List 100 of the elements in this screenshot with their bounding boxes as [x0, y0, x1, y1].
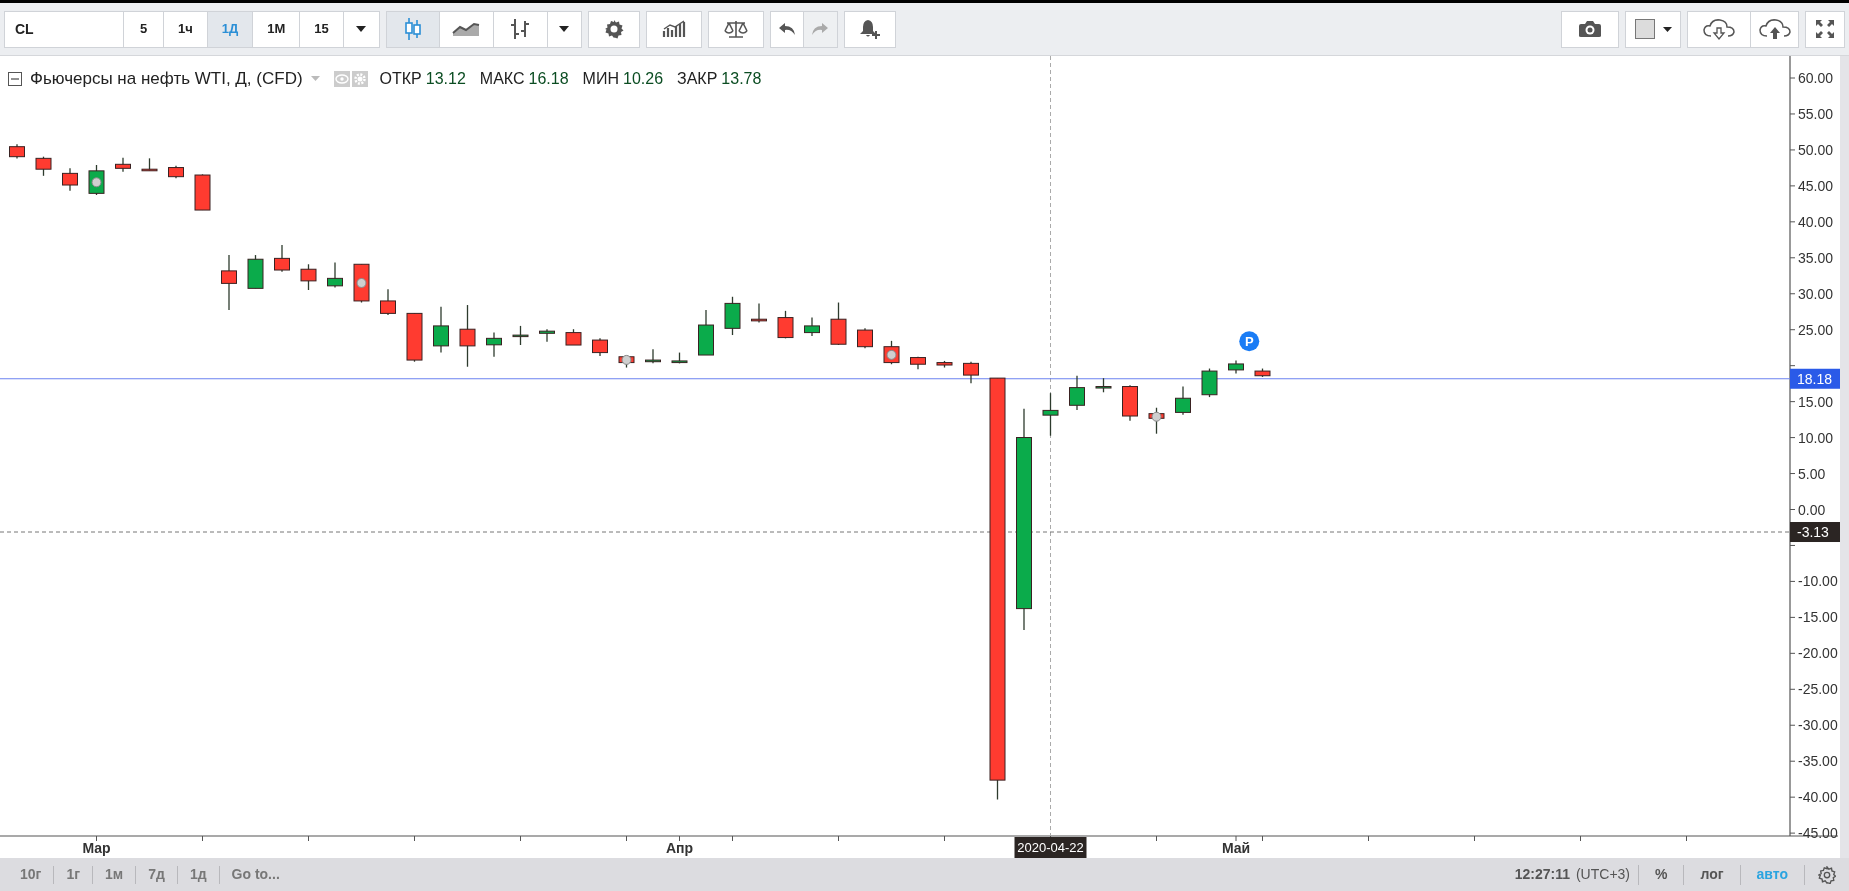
price-axis-label: 60.00	[1798, 70, 1834, 86]
range-button[interactable]: 1г	[54, 858, 93, 891]
event-marker-icon[interactable]	[886, 349, 897, 360]
price-axis-label: 5.00	[1798, 465, 1826, 482]
chart-type-button[interactable]	[493, 10, 548, 48]
candlestick	[115, 157, 131, 173]
goto-button[interactable]: Go to...	[219, 858, 292, 891]
ohlc-value: 16.18	[528, 68, 569, 89]
interval-tab[interactable]: 1Д	[207, 10, 254, 48]
range-button[interactable]: 1д	[177, 858, 219, 891]
event-marker-icon[interactable]	[356, 277, 367, 288]
interval-tab[interactable]: 15	[300, 10, 344, 48]
fullscreen-button[interactable]	[1805, 10, 1845, 48]
candlestick	[539, 328, 555, 343]
settings-button[interactable]	[587, 10, 640, 48]
undo-button[interactable]	[769, 10, 804, 48]
candlestick	[1122, 384, 1138, 422]
fullscreen-icon	[1815, 19, 1835, 39]
caret-icon	[559, 26, 570, 32]
last-price-label: 18.18	[1790, 368, 1840, 389]
compare-button[interactable]	[707, 10, 764, 48]
time-axis-label: Апр	[665, 840, 694, 856]
event-marker-icon[interactable]	[621, 354, 632, 365]
clock-time: 12:27:11	[1514, 865, 1570, 884]
candlestick	[857, 327, 873, 349]
indicators-button[interactable]	[645, 10, 702, 48]
collapse-icon[interactable]	[8, 71, 22, 86]
color-picker-button[interactable]	[1625, 10, 1681, 48]
settings-icon	[1818, 865, 1836, 884]
price-axis-label: -15.00	[1798, 609, 1838, 626]
upload-button[interactable]	[1751, 10, 1799, 48]
price-axis-label: 45.00	[1798, 177, 1834, 194]
price-axis-label: -10.00	[1798, 573, 1838, 590]
bell-plus-icon	[858, 19, 881, 39]
cloud-upload-icon	[1757, 18, 1792, 40]
bar-chart-icon	[661, 20, 686, 38]
candlestick	[433, 306, 449, 354]
candlestick	[486, 331, 502, 358]
ohlc-value: 13.12	[425, 68, 466, 89]
price-axis-label: -35.00	[1798, 753, 1838, 770]
interval-tab[interactable]: 1ч	[164, 10, 208, 48]
ohlc-value: 13.78	[721, 68, 762, 89]
event-badge[interactable]: P	[1239, 331, 1260, 352]
candlestick	[1095, 377, 1112, 393]
symbol-field[interactable]: CL	[4, 10, 124, 48]
ohlc-bars-icon	[509, 17, 532, 41]
crosshair-date-label: 2020-04-22	[1014, 837, 1087, 858]
event-marker-icon[interactable]	[91, 177, 102, 188]
scale-mode-toggle[interactable]: лог	[1684, 858, 1740, 891]
scale-mode-toggle[interactable]: авто	[1740, 858, 1804, 891]
interval-dropdown[interactable]	[343, 10, 380, 48]
price-axis-label: 35.00	[1798, 249, 1834, 266]
candlestick	[804, 316, 820, 337]
area-chart-icon	[452, 21, 481, 37]
candlestick	[35, 156, 52, 177]
event-marker-icon[interactable]	[1151, 411, 1162, 422]
price-axis-label: -40.00	[1798, 789, 1838, 806]
chart-type-dropdown[interactable]	[547, 10, 582, 48]
screenshot-button[interactable]	[1561, 10, 1619, 48]
chart-type-button[interactable]	[439, 10, 494, 48]
candlestick	[9, 143, 25, 160]
alert-button[interactable]	[843, 10, 896, 48]
range-button[interactable]: 1м	[93, 858, 136, 891]
price-axis-label: -20.00	[1798, 645, 1838, 662]
candlestick	[274, 244, 290, 273]
candlestick	[830, 301, 847, 346]
candlestick	[910, 356, 926, 370]
candlestick	[963, 361, 979, 384]
ohlc-label: МАКС	[479, 68, 525, 89]
candlestick	[168, 165, 184, 179]
interval-tab[interactable]: 1М	[253, 10, 301, 48]
timezone: (UTC+3)	[1575, 865, 1630, 884]
time-axis-label: Мар	[82, 840, 111, 856]
crosshair-price-label: -3.13	[1790, 522, 1840, 542]
candlestick	[1228, 359, 1244, 375]
ohlc-label: МИН	[582, 68, 619, 89]
price-axis-label: -25.00	[1798, 681, 1838, 698]
download-button[interactable]	[1687, 10, 1751, 48]
camera-icon	[1578, 20, 1602, 38]
candlestick	[671, 351, 688, 364]
price-axis-label: -30.00	[1798, 717, 1838, 734]
price-axis-label: 25.00	[1798, 321, 1834, 338]
candlestick	[1042, 392, 1059, 437]
candlestick	[1201, 367, 1218, 398]
interval-tab[interactable]: 5	[124, 10, 164, 48]
candlestick	[645, 348, 661, 364]
candlestick	[1254, 367, 1271, 378]
instrument-title: Фьючерсы на нефть WTI, Д, (CFD)	[30, 68, 303, 90]
ohlc-label: ОТКР	[379, 68, 422, 89]
range-button[interactable]: 7д	[136, 858, 177, 891]
candlestick	[1175, 385, 1191, 416]
candlestick	[62, 167, 78, 192]
candlestick	[221, 254, 237, 311]
price-axis-label: 40.00	[1798, 213, 1834, 230]
range-button[interactable]: 10г	[8, 858, 54, 891]
undo-icon	[777, 22, 796, 36]
candlestick	[698, 309, 714, 356]
candlestick	[751, 302, 767, 324]
candlestick	[247, 254, 264, 289]
scale-mode-toggle[interactable]: %	[1639, 858, 1684, 891]
